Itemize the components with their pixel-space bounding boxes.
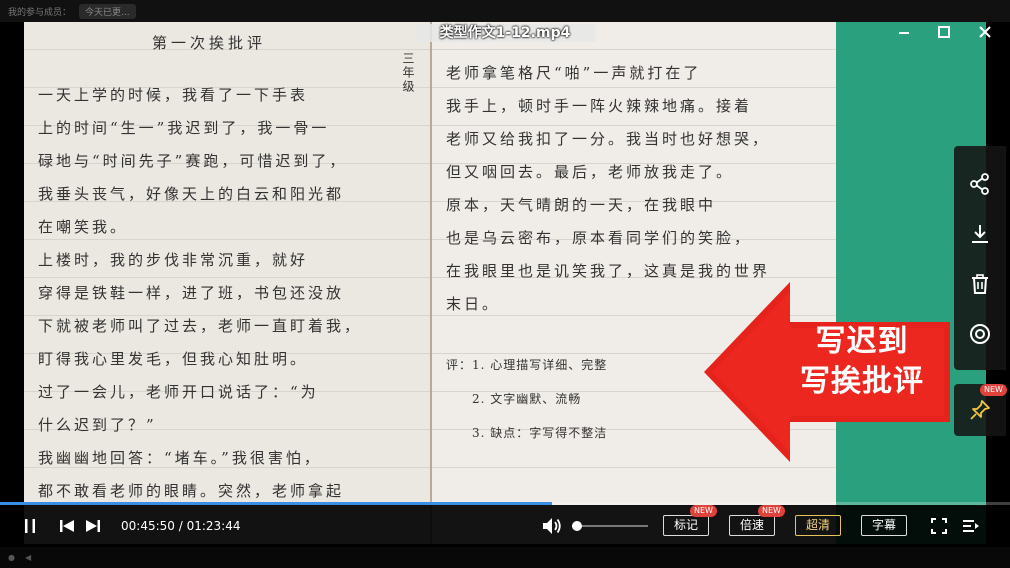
essay-right-line: 我手上，顿时手一阵火辣辣地痛。接着	[446, 97, 753, 115]
pause-button[interactable]	[18, 505, 42, 547]
essay-right-line: 原本，天气晴朗的一天，在我眼中	[446, 196, 717, 214]
download-button[interactable]	[954, 212, 1006, 256]
next-button[interactable]	[82, 505, 104, 547]
bottom-status-strip: ● ◀	[0, 547, 1010, 568]
mark-new-badge: NEW	[690, 505, 717, 517]
previous-button[interactable]	[56, 505, 78, 547]
volume-knob[interactable]	[571, 521, 582, 531]
teacher-comment-line: 2. 文字幽默、流畅	[472, 392, 582, 406]
essay-left-line: 在嘲笑我。	[38, 218, 129, 236]
volume-icon	[543, 518, 561, 534]
overlay-caption: 写迟到 写挨批评	[778, 322, 946, 402]
side-tool-panel	[954, 146, 1006, 370]
control-bar: 00:45:50 / 01:23:44 标记 NEW 倍速 NEW 超清 字幕	[0, 505, 1010, 547]
pin-icon	[970, 400, 990, 420]
essay-right-line: 末日。	[446, 295, 501, 313]
essay-left-line: 我垂头丧气，好像天上的白云和阳光都	[38, 185, 345, 203]
top-strip: 我的参与成员： 今天已更...	[0, 0, 1010, 22]
close-icon	[979, 26, 991, 38]
download-icon	[972, 225, 988, 243]
speaker-icon: ◀	[24, 553, 32, 562]
handwriting-page-left: 第一次挨批评 三年级 一天上学的时候，我看了一下手表上的时间“生一”我迟到了，我…	[24, 22, 432, 544]
essay-left-line: 下就被老师叫了过去，老师一直盯着我，	[38, 317, 363, 335]
pause-icon	[25, 519, 35, 533]
essay-left-line: 碌地与“时间先子”赛跑，可惜迟到了，	[38, 152, 348, 170]
essay-left-line: 上的时间“生一”我迟到了，我一骨一	[38, 119, 330, 137]
time-display: 00:45:50 / 01:23:44	[121, 505, 240, 547]
playlist-icon	[963, 520, 979, 532]
skip-next-icon	[86, 520, 100, 532]
essay-left-line: 过了一会儿，老师开口说话了：“为	[38, 383, 319, 401]
delete-button[interactable]	[954, 262, 1006, 306]
current-time: 00:45:50	[121, 519, 175, 533]
mic-icon: ●	[8, 553, 15, 562]
fullscreen-icon	[931, 518, 947, 534]
essay-left-line: 我幽幽地回答：“堵车。”我很害怕，	[38, 449, 322, 467]
share-icon	[970, 173, 989, 195]
share-button[interactable]	[954, 162, 1006, 206]
subtitle-button[interactable]: 字幕	[861, 515, 907, 536]
essay-title: 第一次挨批评	[152, 34, 267, 52]
essay-left-line: 上楼时，我的步伐非常沉重，就好	[38, 251, 309, 269]
speed-button[interactable]: 倍速	[729, 515, 775, 536]
video-title: 类型作文1-12.mp4	[415, 24, 595, 42]
essay-left-line: 穿得是铁鞋一样，进了班，书包还没放	[38, 284, 345, 302]
minimize-button[interactable]	[894, 22, 914, 42]
trash-icon	[972, 274, 988, 294]
maximize-button[interactable]	[934, 22, 954, 42]
mark-button[interactable]: 标记	[663, 515, 709, 536]
video-frame[interactable]: 第一次挨批评 三年级 一天上学的时候，我看了一下手表上的时间“生一”我迟到了，我…	[24, 22, 986, 544]
volume-button[interactable]	[540, 505, 564, 547]
essay-left-line: 都不敢看老师的眼睛。突然，老师拿起	[38, 482, 345, 500]
overlay-caption-line1: 写迟到	[815, 324, 909, 359]
top-strip-label: 我的参与成员：	[8, 7, 72, 18]
skip-previous-icon	[60, 520, 74, 532]
essay-left-line: 什么迟到了？”	[38, 416, 157, 434]
essay-left-line: 盯得我心里发毛，但我心知肚明。	[38, 350, 309, 368]
record-circle-icon	[970, 324, 990, 344]
essay-left-line: 一天上学的时候，我看了一下手表	[38, 86, 309, 104]
essay-side-note: 三年级	[401, 52, 415, 94]
minimize-icon	[899, 32, 909, 34]
playlist-button[interactable]	[960, 505, 982, 547]
top-strip-tag[interactable]: 今天已更...	[79, 3, 136, 19]
essay-right-line: 老师又给我扣了一分。我当时也好想哭，	[446, 130, 771, 148]
maximize-icon	[938, 26, 950, 38]
teacher-comment-line: 3. 缺点：字写得不整洁	[472, 426, 608, 440]
volume-slider[interactable]	[571, 521, 648, 531]
time-separator: /	[174, 519, 187, 533]
speed-new-badge: NEW	[758, 505, 785, 517]
teacher-comment-line: 评：1. 心理描写详细、完整	[446, 358, 608, 372]
pin-new-badge: NEW	[980, 384, 1007, 396]
close-button[interactable]	[975, 22, 995, 42]
essay-right-line: 老师拿笔格尺“啪”一声就打在了	[446, 64, 702, 82]
essay-right-line: 也是乌云密布，原本看同学们的笑脸，	[446, 229, 753, 247]
screenshot-button[interactable]	[954, 312, 1006, 356]
quality-button[interactable]: 超清	[795, 515, 841, 536]
essay-right-line: 但又咽回去。最后，老师放我走了。	[446, 163, 735, 181]
fullscreen-button[interactable]	[928, 505, 950, 547]
total-time: 01:23:44	[186, 519, 241, 533]
overlay-caption-line2: 写挨批评	[800, 364, 924, 399]
essay-right-line: 在我眼里也是讥笑我了，这真是我的世界	[446, 262, 771, 280]
